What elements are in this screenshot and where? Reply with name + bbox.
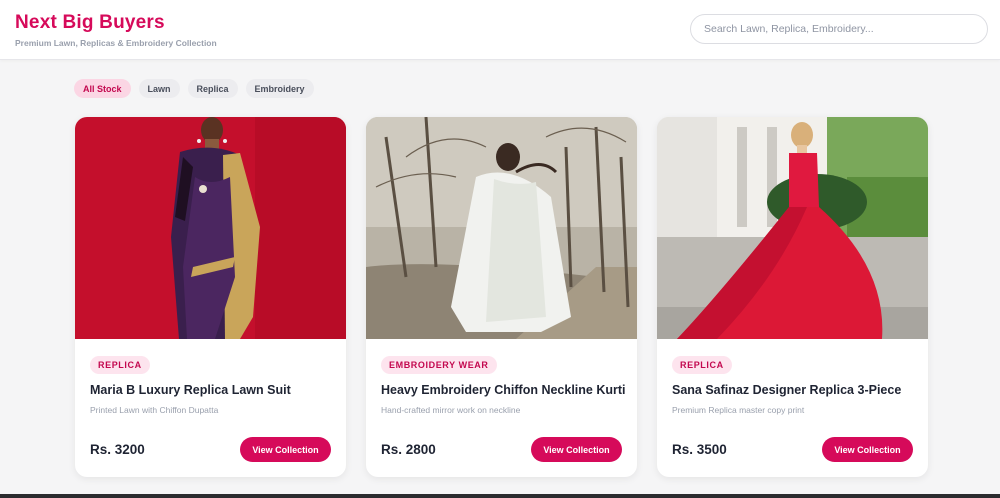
product-image[interactable] [75, 117, 346, 339]
product-price: Rs. 3200 [90, 442, 145, 457]
top-header: Next Big Buyers Premium Lawn, Replicas &… [0, 0, 1000, 60]
filter-chip-replica[interactable]: Replica [187, 79, 238, 98]
product-image[interactable] [657, 117, 928, 339]
search-input[interactable] [704, 23, 987, 35]
product-card[interactable]: REPLICA Maria B Luxury Replica Lawn Suit… [75, 117, 346, 477]
product-image[interactable] [366, 117, 637, 339]
bottom-edge [0, 494, 1000, 498]
search-box[interactable] [690, 14, 988, 44]
brand-title[interactable]: Next Big Buyers [15, 12, 165, 34]
product-name[interactable]: Maria B Luxury Replica Lawn Suit [90, 383, 291, 397]
category-filters: All Stock Lawn Replica Embroidery [74, 79, 314, 98]
filter-chip-all-stock[interactable]: All Stock [74, 79, 131, 98]
view-collection-button[interactable]: View Collection [531, 437, 622, 462]
product-price: Rs. 2800 [381, 442, 436, 457]
category-badge: REPLICA [672, 356, 732, 374]
product-card[interactable]: REPLICA Sana Safinaz Designer Replica 3-… [657, 117, 928, 477]
view-collection-button[interactable]: View Collection [240, 437, 331, 462]
product-description: Hand-crafted mirror work on neckline [381, 405, 521, 415]
category-badge: REPLICA [90, 356, 150, 374]
product-card[interactable]: EMBROIDERY WEAR Heavy Embroidery Chiffon… [366, 117, 637, 477]
product-name[interactable]: Heavy Embroidery Chiffon Neckline Kurti [381, 383, 626, 397]
filter-chip-embroidery[interactable]: Embroidery [245, 79, 314, 98]
brand-subtitle: Premium Lawn, Replicas & Embroidery Coll… [15, 38, 217, 48]
product-name[interactable]: Sana Safinaz Designer Replica 3-Piece [672, 383, 901, 397]
category-badge: EMBROIDERY WEAR [381, 356, 497, 374]
filter-chip-lawn[interactable]: Lawn [138, 79, 180, 98]
product-description: Premium Replica master copy print [672, 405, 805, 415]
product-description: Printed Lawn with Chiffon Dupatta [90, 405, 219, 415]
view-collection-button[interactable]: View Collection [822, 437, 913, 462]
product-price: Rs. 3500 [672, 442, 727, 457]
